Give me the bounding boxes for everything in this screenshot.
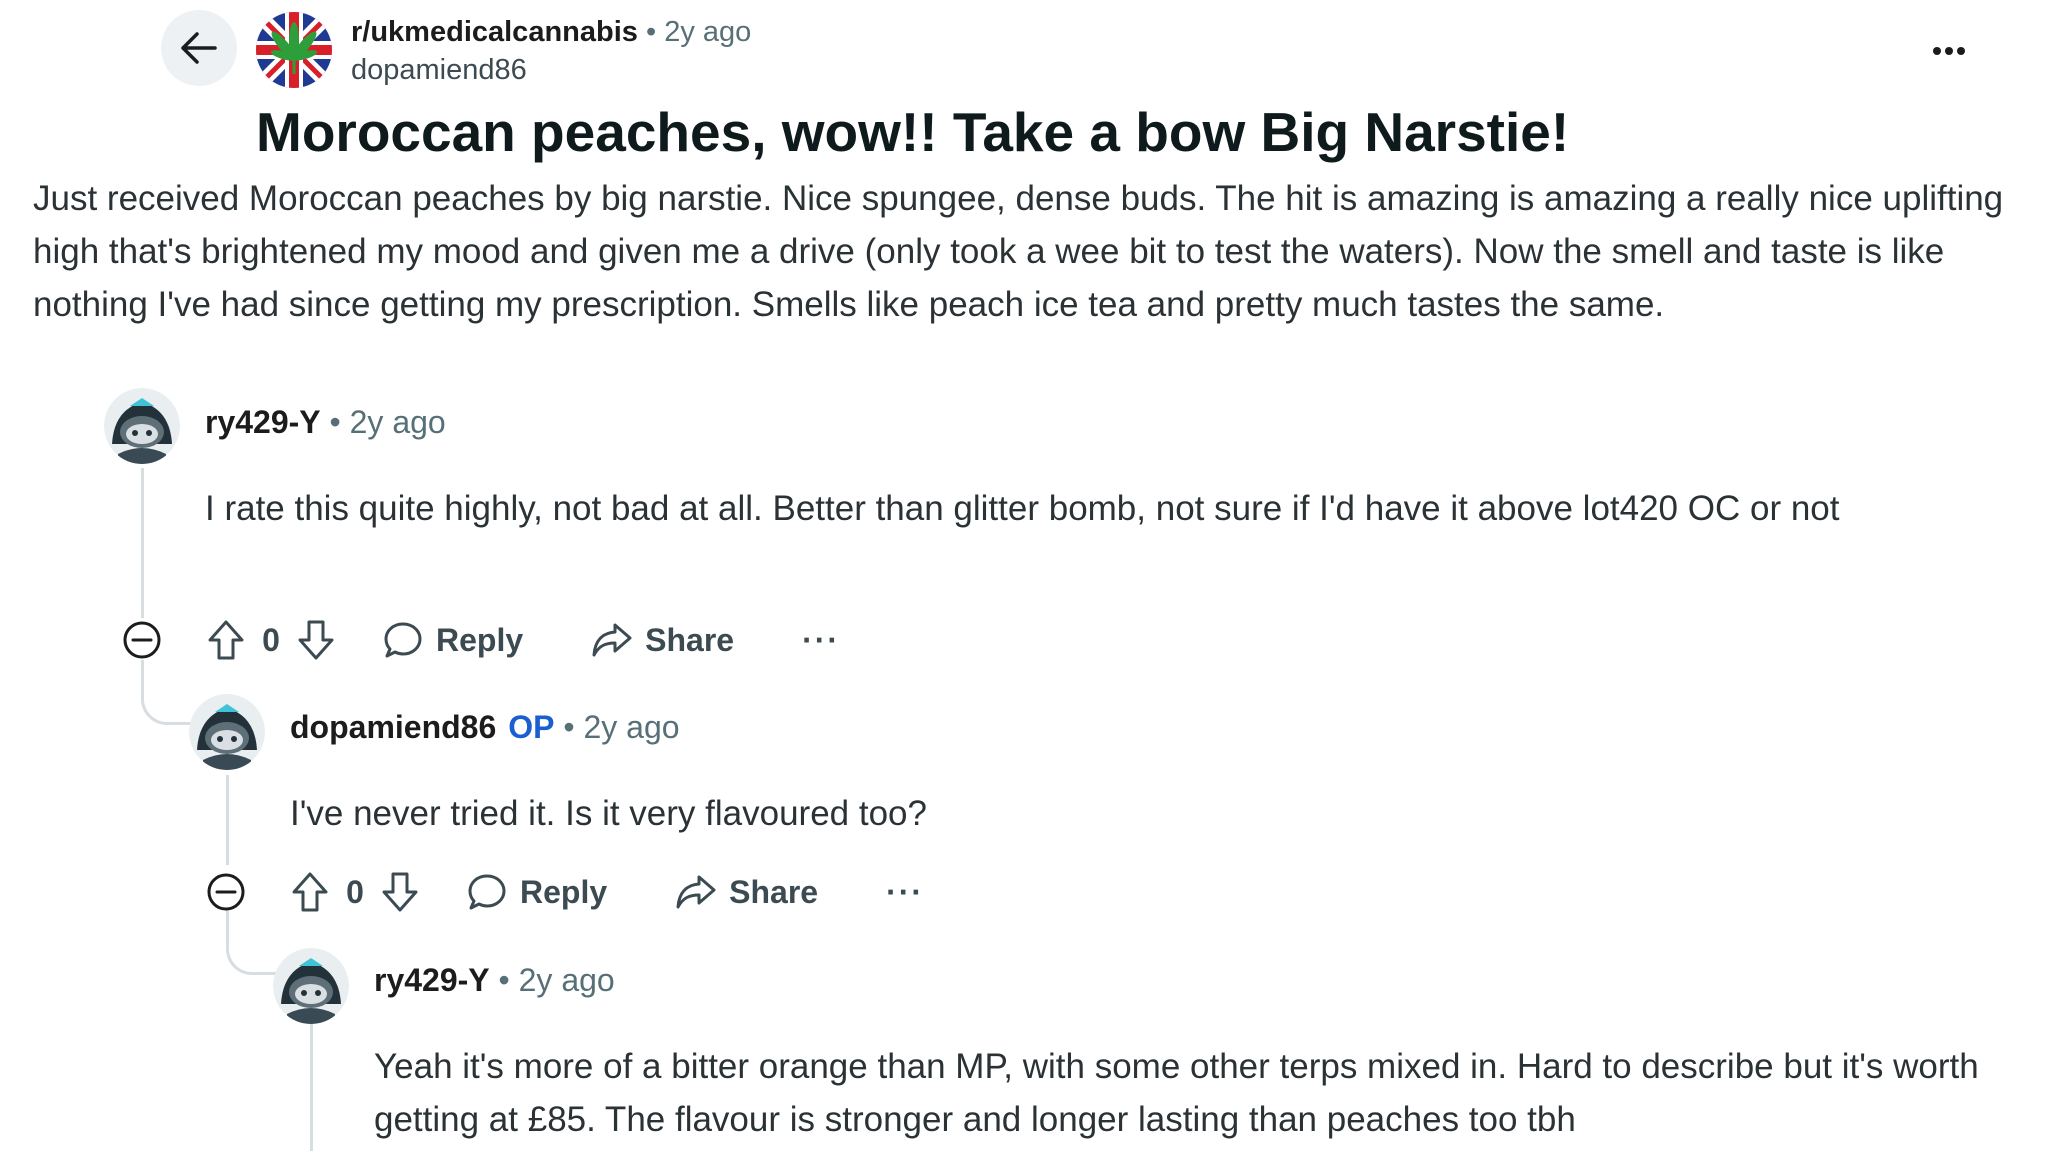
comment-author[interactable]: ry429-Y bbox=[205, 404, 321, 440]
share-button[interactable]: Share bbox=[675, 873, 818, 911]
back-button[interactable] bbox=[161, 10, 237, 86]
comment-header: ry429-Y • 2y ago bbox=[374, 958, 615, 1002]
reply-button[interactable]: Reply bbox=[382, 620, 523, 660]
meta-separator: • bbox=[645, 16, 657, 48]
upvote-icon[interactable] bbox=[290, 871, 330, 913]
comment-timestamp: 2y ago bbox=[518, 962, 615, 998]
comment-header: dopamiend86 OP • 2y ago bbox=[290, 705, 680, 749]
post-body: Just received Moroccan peaches by big na… bbox=[33, 179, 2004, 324]
comment-body: I rate this quite highly, not bad at all… bbox=[205, 489, 1840, 528]
comment-timestamp: 2y ago bbox=[349, 404, 446, 440]
share-arrow-icon bbox=[591, 621, 633, 659]
downvote-icon[interactable] bbox=[380, 871, 420, 913]
share-label: Share bbox=[645, 621, 735, 658]
comment-more-button[interactable]: ··· bbox=[886, 874, 924, 911]
post-meta: r/ukmedicalcannabis • 2y ago bbox=[351, 12, 751, 52]
avatar[interactable] bbox=[104, 388, 180, 464]
thread-line bbox=[141, 468, 144, 618]
post-timestamp: 2y ago bbox=[664, 16, 752, 48]
reply-label: Reply bbox=[436, 621, 524, 658]
comment-header: ry429-Y • 2y ago bbox=[205, 400, 446, 444]
meta-separator: • bbox=[329, 404, 341, 440]
comment-more-button[interactable]: ··· bbox=[802, 622, 840, 659]
subreddit-icon[interactable] bbox=[256, 12, 332, 88]
thread-line bbox=[310, 1020, 313, 1151]
comment-actions: 0 Reply Share ··· bbox=[206, 864, 924, 920]
downvote-icon[interactable] bbox=[296, 619, 336, 661]
share-button[interactable]: Share bbox=[591, 621, 734, 659]
vote-count: 0 bbox=[262, 621, 280, 658]
meta-separator: • bbox=[498, 962, 510, 998]
avatar[interactable] bbox=[273, 948, 349, 1024]
collapse-icon[interactable] bbox=[206, 872, 246, 912]
collapse-icon[interactable] bbox=[122, 620, 162, 660]
comment-author[interactable]: ry429-Y bbox=[374, 962, 490, 998]
more-horizontal-icon bbox=[1932, 46, 1966, 56]
snoo-avatar-icon bbox=[189, 694, 265, 770]
share-label: Share bbox=[729, 873, 819, 910]
comment-actions: 0 Reply Share ··· bbox=[122, 612, 840, 668]
meta-separator: • bbox=[563, 709, 575, 745]
comment-body: Yeah it's more of a bitter orange than M… bbox=[374, 1047, 1979, 1139]
thread-connector bbox=[141, 660, 194, 725]
snoo-avatar-icon bbox=[273, 948, 349, 1024]
comment-author[interactable]: dopamiend86 bbox=[290, 709, 496, 745]
reply-bubble-icon bbox=[382, 620, 424, 660]
reply-button[interactable]: Reply bbox=[466, 872, 607, 912]
reply-bubble-icon bbox=[466, 872, 508, 912]
back-arrow-icon bbox=[180, 31, 218, 65]
post-author[interactable]: dopamiend86 bbox=[351, 50, 527, 90]
comment-timestamp: 2y ago bbox=[583, 709, 680, 745]
post-more-button[interactable] bbox=[1924, 26, 1974, 76]
reply-label: Reply bbox=[520, 873, 608, 910]
upvote-icon[interactable] bbox=[206, 619, 246, 661]
share-arrow-icon bbox=[675, 873, 717, 911]
avatar[interactable] bbox=[189, 694, 265, 770]
comment-body: I've never tried it. Is it very flavoure… bbox=[290, 794, 927, 833]
subreddit-name[interactable]: r/ukmedicalcannabis bbox=[351, 16, 638, 48]
vote-count: 0 bbox=[346, 873, 364, 910]
post-title: Moroccan peaches, wow!! Take a bow Big N… bbox=[256, 101, 1570, 163]
snoo-avatar-icon bbox=[104, 388, 180, 464]
thread-line bbox=[226, 775, 229, 865]
op-badge: OP bbox=[508, 709, 555, 745]
